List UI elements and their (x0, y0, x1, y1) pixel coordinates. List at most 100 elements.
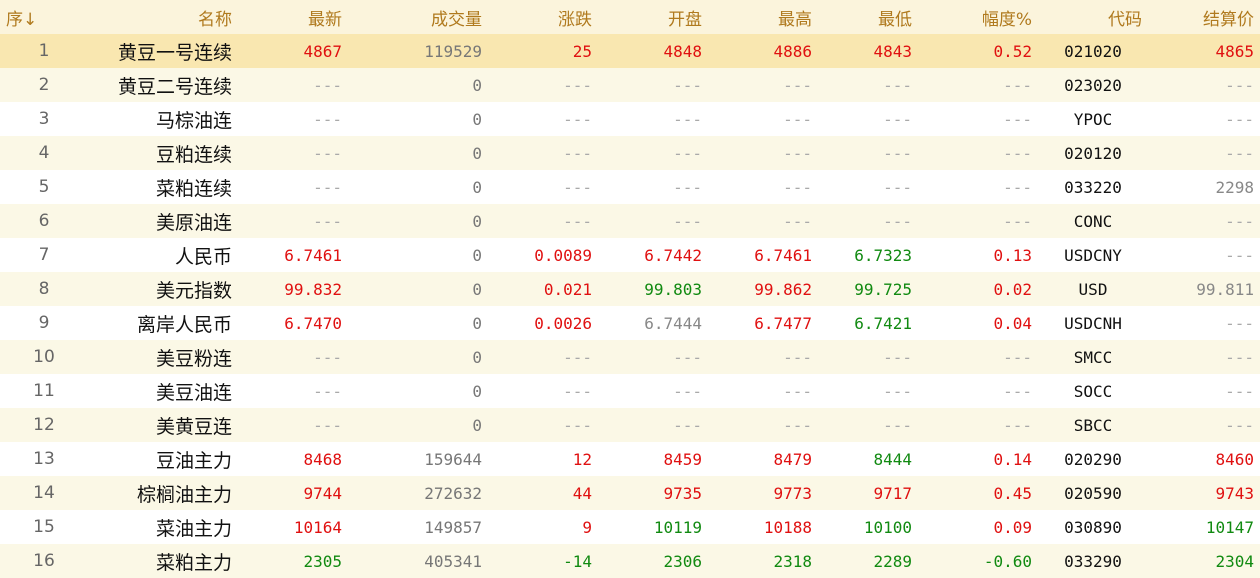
row-open: --- (673, 109, 702, 129)
row-low: 9717 (873, 483, 912, 503)
row-settle: 99.811 (1196, 279, 1254, 299)
header-last[interactable]: 最新 (238, 0, 348, 34)
row-open: 9735 (663, 483, 702, 503)
table-row[interactable]: 10 美豆粉连 --- 0 --- --- --- --- --- SMCC --- (0, 340, 1260, 374)
row-low: --- (883, 211, 912, 231)
header-high[interactable]: 最高 (708, 0, 818, 34)
row-settle: 2298 (1215, 177, 1254, 197)
row-name: 菜粕连续 (155, 177, 232, 200)
row-high: 8479 (773, 449, 812, 469)
header-settle[interactable]: 结算价 (1148, 0, 1260, 34)
row-high: --- (783, 109, 812, 129)
table-row[interactable]: 11 美豆油连 --- 0 --- --- --- --- --- SOCC --- (0, 374, 1260, 408)
row-seq: 3 (38, 109, 50, 129)
row-percent: --- (1003, 177, 1032, 197)
row-low: --- (883, 143, 912, 163)
row-open: 2306 (663, 551, 702, 571)
table-row[interactable]: 8 美元指数 99.832 0 0.021 99.803 99.862 99.725 0.02 U… (0, 272, 1260, 306)
row-name: 离岸人民币 (136, 313, 232, 336)
row-settle: --- (1225, 109, 1254, 129)
row-last: --- (313, 415, 342, 435)
row-open: --- (673, 347, 702, 367)
row-percent: --- (1003, 347, 1032, 367)
row-settle: 2304 (1215, 551, 1254, 571)
row-open: 10119 (653, 517, 702, 537)
row-change: --- (563, 143, 592, 163)
row-seq: 6 (38, 211, 50, 231)
table-row[interactable]: 1 黄豆一号连续 4867 119529 25 4848 4886 4843 0.52 02102… (0, 34, 1260, 68)
row-code: 023020 (1064, 75, 1122, 95)
table-row[interactable]: 2 黄豆二号连续 --- 0 --- --- --- --- --- 023020 --- (0, 68, 1260, 102)
row-last: 2305 (303, 551, 342, 571)
row-change: 44 (572, 483, 592, 503)
row-name: 黄豆一号连续 (117, 41, 232, 64)
row-change: --- (563, 109, 592, 129)
row-last: --- (313, 109, 342, 129)
table-row[interactable]: 9 离岸人民币 6.7470 0 0.0026 6.7444 6.7477 6.7421 0.0… (0, 306, 1260, 340)
row-name: 黄豆二号连续 (117, 75, 232, 98)
row-low: --- (883, 415, 912, 435)
row-settle: --- (1225, 313, 1254, 333)
table-row[interactable]: 4 豆粕连续 --- 0 --- --- --- --- --- 020120 --- (0, 136, 1260, 170)
table-row[interactable]: 15 菜油主力 10164 149857 9 10119 10188 10100 0.09 030… (0, 510, 1260, 544)
header-code[interactable]: 代码 (1038, 0, 1148, 34)
row-seq: 14 (33, 483, 55, 503)
row-percent: --- (1003, 381, 1032, 401)
row-percent: --- (1003, 415, 1032, 435)
row-open: 8459 (663, 449, 702, 469)
row-last: 9744 (303, 483, 342, 503)
row-percent: 0.14 (993, 449, 1032, 469)
row-settle: --- (1225, 347, 1254, 367)
table-row[interactable]: 16 菜粕主力 2305 405341 -14 2306 2318 2289 -0.60 0332… (0, 544, 1260, 578)
row-code: 020590 (1064, 483, 1122, 503)
row-percent: --- (1003, 143, 1032, 163)
row-volume: 0 (472, 415, 482, 435)
row-last: --- (313, 75, 342, 95)
header-percent[interactable]: 幅度% (918, 0, 1038, 34)
row-code: USDCNY (1064, 245, 1122, 265)
row-high: --- (783, 177, 812, 197)
table-row[interactable]: 12 美黄豆连 --- 0 --- --- --- --- --- SBCC --- (0, 408, 1260, 442)
row-high: --- (783, 143, 812, 163)
row-settle: --- (1225, 381, 1254, 401)
header-low[interactable]: 最低 (818, 0, 918, 34)
row-low: 8444 (873, 449, 912, 469)
header-volume[interactable]: 成交量 (348, 0, 488, 34)
row-settle: --- (1225, 211, 1254, 231)
row-percent: 0.04 (993, 313, 1032, 333)
row-code: 030890 (1064, 517, 1122, 537)
row-settle: 8460 (1215, 449, 1254, 469)
row-last: 6.7470 (284, 313, 342, 333)
table-row[interactable]: 3 马棕油连 --- 0 --- --- --- --- --- YPOC --- (0, 102, 1260, 136)
row-settle: 4865 (1215, 41, 1254, 61)
row-percent: 0.45 (993, 483, 1032, 503)
header-open[interactable]: 开盘 (598, 0, 708, 34)
row-code: USD (1078, 279, 1108, 299)
row-last: --- (313, 177, 342, 197)
row-volume: 272632 (424, 483, 482, 503)
row-name: 菜粕主力 (155, 551, 232, 574)
header-name[interactable]: 名称 (88, 0, 238, 34)
row-code: SMCC (1073, 347, 1113, 367)
row-seq: 8 (38, 279, 50, 299)
row-change: --- (563, 177, 592, 197)
table-row[interactable]: 5 菜粕连续 --- 0 --- --- --- --- --- 033220 2298 (0, 170, 1260, 204)
row-volume: 0 (472, 211, 482, 231)
row-high: 9773 (773, 483, 812, 503)
header-seq-sort[interactable]: 序↓ (0, 0, 88, 34)
row-last: --- (313, 211, 342, 231)
row-seq: 7 (38, 245, 50, 265)
table-row[interactable]: 6 美原油连 --- 0 --- --- --- --- --- CONC --- (0, 204, 1260, 238)
row-high: 2318 (773, 551, 812, 571)
row-low: 6.7421 (854, 313, 912, 333)
row-code: 020120 (1064, 143, 1122, 163)
row-change: --- (563, 415, 592, 435)
table-row[interactable]: 14 棕榈油主力 9744 272632 44 9735 9773 9717 0.45 02059… (0, 476, 1260, 510)
table-row[interactable]: 7 人民币 6.7461 0 0.0089 6.7442 6.7461 6.7323 0.13 U… (0, 238, 1260, 272)
row-volume: 0 (472, 109, 482, 129)
table-row[interactable]: 13 豆油主力 8468 159644 12 8459 8479 8444 0.14 020290… (0, 442, 1260, 476)
row-open: --- (673, 211, 702, 231)
row-code: SBCC (1073, 415, 1113, 435)
header-change[interactable]: 涨跌 (488, 0, 598, 34)
row-name: 人民币 (174, 245, 232, 268)
